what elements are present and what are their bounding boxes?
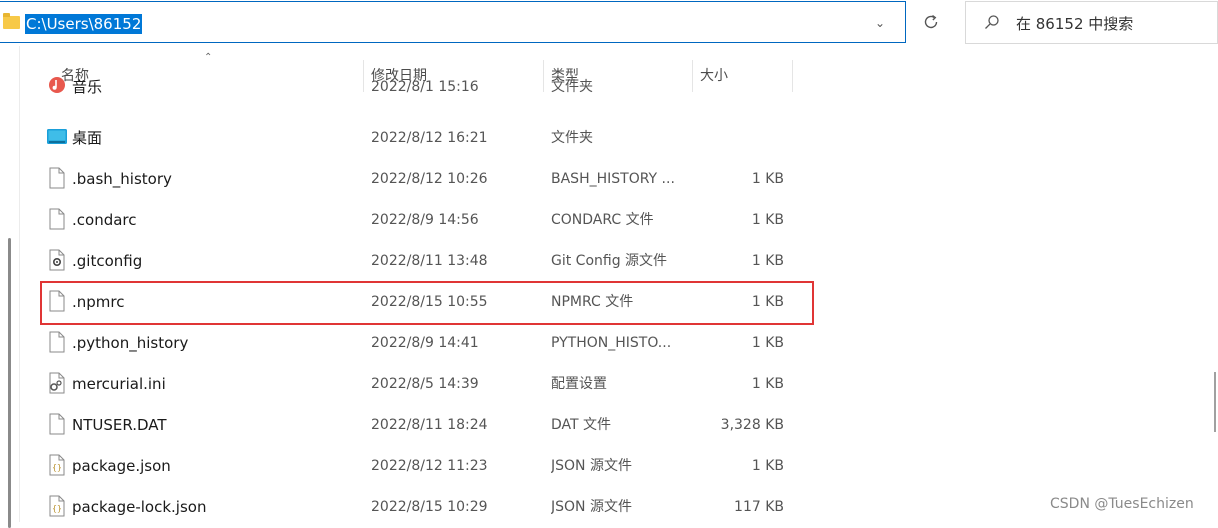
chevron-down-icon[interactable]: ⌄ <box>869 11 891 35</box>
file-size: 117 KB <box>734 499 784 515</box>
file-name: .bash_history <box>72 170 172 188</box>
file-type: 文件夹 <box>551 130 593 146</box>
file-name: .condarc <box>72 211 137 229</box>
address-path[interactable]: C:\Users\86152 <box>25 14 143 34</box>
right-scrollbar[interactable] <box>1212 46 1218 522</box>
file-type: Git Config 源文件 <box>551 253 668 269</box>
file-name: package-lock.json <box>72 498 207 516</box>
file-name: mercurial.ini <box>72 375 166 393</box>
file-type: 配置设置 <box>551 376 607 392</box>
file-row[interactable]: 桌面 2022/8/12 16:21 文件夹 <box>0 118 1212 158</box>
file-size: 1 KB <box>751 458 784 474</box>
folder-icon <box>3 13 20 29</box>
watermark: CSDN @TuesEchizen <box>1050 496 1194 512</box>
file-size: 3,328 KB <box>720 417 784 433</box>
file-name: 桌面 <box>72 129 103 147</box>
file-icon <box>47 413 67 435</box>
file-row[interactable]: 音乐 2022/8/1 15:16 文件夹 <box>0 77 1212 117</box>
file-type: BASH_HISTORY ... <box>551 171 675 187</box>
search-icon <box>985 15 999 29</box>
toolbar: C:\Users\86152 ⌄ 在 86152 中搜索 <box>0 0 1218 46</box>
refresh-icon <box>924 14 938 29</box>
file-date: 2022/8/11 13:48 <box>371 253 488 269</box>
file-date: 2022/8/12 16:21 <box>371 130 488 146</box>
file-type: DAT 文件 <box>551 417 612 433</box>
file-row[interactable]: {} package-lock.json 2022/8/15 10:29 JSON 源… <box>0 487 1212 527</box>
file-row[interactable]: .python_history 2022/8/9 14:41 PYTHON_HIST… <box>0 323 1212 363</box>
file-row[interactable]: mercurial.ini 2022/8/5 14:39 配置设置 1 KB <box>0 364 1212 404</box>
highlight-box <box>40 281 814 325</box>
right-scrollbar-thumb[interactable] <box>1214 372 1216 432</box>
file-date: 2022/8/15 10:29 <box>371 499 488 515</box>
file-row[interactable]: {} package.json 2022/8/12 11:23 JSON 源文件 1 K… <box>0 446 1212 486</box>
file-date: 2022/8/1 15:16 <box>371 79 479 95</box>
file-name: package.json <box>72 457 171 475</box>
svg-text:{}: {} <box>52 504 62 513</box>
file-type: JSON 源文件 <box>551 458 632 474</box>
file-name: 音乐 <box>72 78 103 96</box>
file-icon <box>47 167 67 189</box>
file-type: 文件夹 <box>551 79 593 95</box>
file-date: 2022/8/12 11:23 <box>371 458 488 474</box>
file-type: PYTHON_HISTO... <box>551 335 672 351</box>
file-date: 2022/8/9 14:56 <box>371 212 479 228</box>
file-size: 1 KB <box>751 171 784 187</box>
search-box[interactable]: 在 86152 中搜索 <box>965 1 1218 44</box>
file-row[interactable]: NTUSER.DAT 2022/8/11 18:24 DAT 文件 3,328 KB <box>0 405 1212 445</box>
refresh-button[interactable] <box>911 2 951 42</box>
file-date: 2022/8/9 14:41 <box>371 335 479 351</box>
json-file-icon: {} <box>47 454 67 476</box>
file-size: 1 KB <box>751 376 784 392</box>
file-size: 1 KB <box>751 253 784 269</box>
file-type: CONDARC 文件 <box>551 212 654 228</box>
file-date: 2022/8/12 10:26 <box>371 171 488 187</box>
file-name: .python_history <box>72 334 189 352</box>
file-name: .gitconfig <box>72 252 143 270</box>
file-name: NTUSER.DAT <box>72 416 167 434</box>
svg-text:{}: {} <box>52 463 62 472</box>
file-size: 1 KB <box>751 212 784 228</box>
file-date: 2022/8/11 18:24 <box>371 417 488 433</box>
file-icon <box>47 208 67 230</box>
file-row[interactable]: .gitconfig 2022/8/11 13:48 Git Config 源文件 1… <box>0 241 1212 281</box>
settings-file-icon <box>47 372 67 394</box>
json-file-icon: {} <box>47 495 67 517</box>
desktop-folder-icon <box>47 126 67 148</box>
file-row[interactable]: .condarc 2022/8/9 14:56 CONDARC 文件 1 KB <box>0 200 1212 240</box>
config-file-icon <box>47 249 67 271</box>
file-date: 2022/8/5 14:39 <box>371 376 479 392</box>
file-type: JSON 源文件 <box>551 499 632 515</box>
music-folder-icon <box>47 74 67 96</box>
file-row[interactable]: .bash_history 2022/8/12 10:26 BASH_HISTORY… <box>0 159 1212 199</box>
file-icon <box>47 331 67 353</box>
search-placeholder[interactable]: 在 86152 中搜索 <box>1016 14 1133 34</box>
file-list: ⌃ 名称 修改日期 类型 大小 音乐 2022/8/1 15:16 文件夹 桌面 202… <box>0 46 1218 528</box>
address-bar[interactable]: C:\Users\86152 ⌄ <box>0 1 906 43</box>
file-size: 1 KB <box>751 335 784 351</box>
